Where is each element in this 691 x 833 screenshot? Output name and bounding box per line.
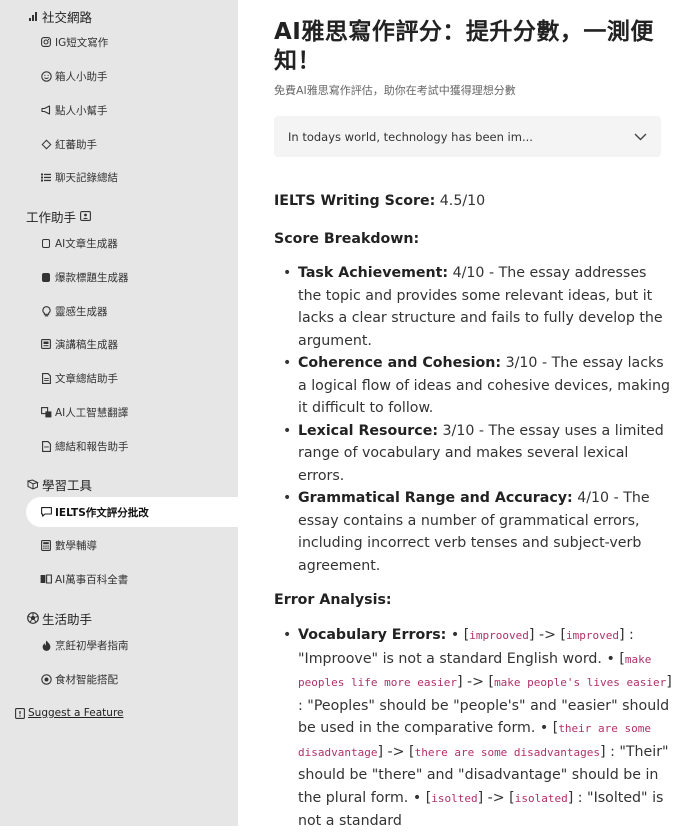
correct-phrase: make people's lives easier: [494, 676, 667, 689]
score-line: IELTS Writing Score: 4.5/10: [274, 190, 674, 213]
report-icon: [40, 440, 52, 452]
sidebar-item-click-helper[interactable]: 點人小幫手: [26, 95, 238, 125]
sidebar-item-speech-generator[interactable]: 演講稿生成器: [26, 329, 238, 359]
essay-select-value: In todays world, technology has been im.…: [288, 129, 533, 144]
calculator-icon: [40, 539, 52, 551]
translate-icon: [40, 406, 52, 418]
sidebar-item-label: 烹飪初學者指南: [55, 639, 129, 652]
vocab-errors-item: Vocabulary Errors: • [improoved] -> [imp…: [274, 624, 674, 833]
sidebar-item-label: AI人工智慧翻譯: [55, 406, 129, 419]
bar-chart-icon: [26, 10, 39, 23]
sidebar-item-label: 點人小幫手: [55, 104, 108, 117]
sidebar-item-ingredient-matcher[interactable]: 食材智能搭配: [26, 664, 238, 694]
sidebar-item-ai-translate[interactable]: AI人工智慧翻譯: [26, 397, 238, 427]
sidebar-item-label: 靈感生成器: [55, 305, 108, 318]
sidebar-item-label: 紅蕃助手: [55, 138, 97, 151]
id-card-icon: [79, 210, 92, 223]
page-subtitle: 免費AI雅思寫作評估，助你在考試中獲得理想分數: [274, 84, 516, 97]
breakdown-item: Grammatical Range and Accuracy: 4/10 - T…: [274, 487, 674, 577]
lightbulb-icon: [40, 305, 52, 317]
slides-icon: [40, 338, 52, 350]
target-icon: [40, 673, 52, 685]
chat-bubble-icon: [40, 506, 52, 518]
sidebar-item-label: 總結和報告助手: [55, 440, 129, 453]
sidebar-item-label: AI萬事百科全書: [55, 573, 129, 586]
sidebar-item-article-summary[interactable]: 文章總結助手: [26, 363, 238, 393]
suggest-feature-label: Suggest a Feature: [28, 707, 124, 719]
score-label: IELTS Writing Score:: [274, 193, 436, 209]
smile-icon: [40, 70, 52, 82]
correct-phrase: isolated: [514, 791, 568, 805]
books-icon: [26, 478, 39, 491]
sidebar-item-label: AI文章生成器: [55, 237, 118, 250]
breakdown-heading: Score Breakdown:: [274, 231, 420, 247]
correct-phrase: there are some disadvantages: [414, 745, 601, 759]
sidebar: 社交網路 IG短文寫作 箱人小助手 點人小幫手 紅蕃助手 聊天記錄總結 工作助手…: [0, 0, 238, 826]
sidebar-item-ig-writing[interactable]: IG短文寫作: [26, 27, 238, 57]
sidebar-item-encyclopedia[interactable]: AI萬事百科全書: [26, 564, 238, 594]
breakdown-item: Coherence and Cohesion: 3/10 - The essay…: [274, 352, 674, 420]
sidebar-item-label: IG短文寫作: [55, 36, 109, 49]
sidebar-item-ielts-grading[interactable]: IELTS作文評分批改: [26, 497, 238, 527]
sidebar-item-article-generator[interactable]: AI文章生成器: [26, 228, 238, 258]
wrong-phrase: improoved: [469, 629, 529, 642]
sidebar-item-label: IELTS作文評分批改: [55, 506, 149, 519]
sidebar-item-chat-summary[interactable]: 聊天記錄總結: [26, 162, 238, 192]
sidebar-item-label: 箱人小助手: [55, 70, 108, 83]
breakdown-item: Task Achievement: 4/10 - The essay addre…: [274, 262, 674, 352]
instagram-icon: [40, 36, 52, 48]
document-icon: [40, 237, 52, 249]
sidebar-item-idea-generator[interactable]: 靈感生成器: [26, 296, 238, 326]
sidebar-item-label: 數學輔導: [55, 539, 97, 552]
main-content: AI雅思寫作評分：提升分數，一測便知！ 免費AI雅思寫作評估，助你在考試中獲得理…: [238, 0, 691, 829]
correct-phrase: improved: [566, 629, 619, 642]
sidebar-item-math-tutor[interactable]: 數學輔導: [26, 530, 238, 560]
sidebar-item-headline-generator[interactable]: 爆款標題生成器: [26, 262, 238, 292]
sidebar-item-red-helper[interactable]: 紅蕃助手: [26, 129, 238, 159]
feedback-icon: [14, 707, 26, 719]
soccer-ball-icon: [26, 612, 39, 625]
sidebar-item-label: 聊天記錄總結: [55, 171, 118, 184]
megaphone-icon: [40, 104, 52, 116]
flame-icon: [40, 639, 52, 651]
document-filled-icon: [40, 271, 52, 283]
sidebar-item-label: 演講稿生成器: [55, 338, 118, 351]
breakdown-list: Task Achievement: 4/10 - The essay addre…: [274, 262, 674, 577]
page-title: AI雅思寫作評分：提升分數，一測便知！: [274, 19, 654, 74]
section-header-study: 學習工具: [26, 475, 92, 493]
sidebar-item-label: 食材智能搭配: [55, 673, 118, 686]
file-text-icon: [40, 372, 52, 384]
section-header-social: 社交網路: [26, 7, 92, 25]
section-title: 工作助手: [26, 209, 77, 225]
sidebar-item-cooking-guide[interactable]: 烹飪初學者指南: [26, 630, 238, 660]
suggest-feature-link[interactable]: Suggest a Feature: [14, 704, 123, 722]
sidebar-item-label: 爆款標題生成器: [55, 271, 129, 284]
section-header-life: 生活助手: [26, 609, 92, 627]
wrong-phrase: isolted: [431, 791, 478, 805]
breakdown-item: Lexical Resource: 3/10 - The essay uses …: [274, 420, 674, 488]
section-header-work: 工作助手: [26, 207, 92, 225]
section-title: 學習工具: [42, 477, 93, 493]
error-heading: Error Analysis:: [274, 592, 392, 608]
score-value: 4.5/10: [439, 193, 486, 209]
section-title: 社交網路: [42, 9, 93, 25]
sidebar-item-report-helper[interactable]: 總結和報告助手: [26, 431, 238, 461]
section-title: 生活助手: [42, 611, 93, 627]
open-book-icon: [40, 573, 52, 585]
essay-select[interactable]: In todays world, technology has been im.…: [274, 116, 661, 157]
list-icon: [40, 171, 52, 183]
chevron-down-icon: [633, 130, 647, 144]
diamond-icon: [40, 138, 52, 150]
sidebar-item-box-helper[interactable]: 箱人小助手: [26, 61, 238, 91]
error-list: Vocabulary Errors: • [improoved] -> [imp…: [274, 624, 674, 833]
sidebar-item-label: 文章總結助手: [55, 372, 118, 385]
